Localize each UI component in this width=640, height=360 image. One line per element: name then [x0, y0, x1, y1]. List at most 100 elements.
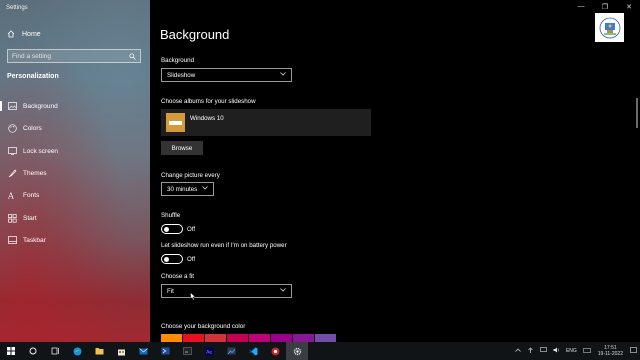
sidebar-item-label: Colors — [23, 124, 42, 132]
store-icon[interactable] — [110, 342, 132, 360]
taskbar: Ae ENG 17:51 19-11-2022 — [0, 342, 640, 360]
bg-color-label: Choose your background color — [161, 323, 246, 330]
window-controls: — ❐ ✕ — [576, 3, 634, 11]
color-swatch[interactable] — [271, 334, 292, 342]
edge-icon[interactable] — [66, 342, 88, 360]
home-nav[interactable]: Home — [7, 28, 41, 40]
brush-icon — [8, 168, 17, 178]
taskbar-icon — [8, 236, 17, 245]
image-icon — [8, 102, 17, 111]
svg-text:A: A — [8, 191, 14, 200]
section-heading: Personalization — [7, 73, 59, 80]
album-item[interactable]: Windows 10 — [161, 109, 371, 136]
fit-value: Fit — [167, 287, 174, 295]
maximize-button[interactable]: ❐ — [600, 3, 610, 11]
fit-dropdown[interactable]: Fit — [161, 284, 292, 298]
palette-icon — [8, 123, 17, 133]
lock-screen-icon — [8, 147, 17, 156]
sidebar-item-label: Start — [23, 214, 37, 222]
sidebar-item-label: Lock screen — [23, 147, 59, 155]
start-button[interactable] — [0, 342, 22, 360]
scrollbar[interactable] — [636, 98, 638, 128]
shuffle-state: Off — [187, 226, 196, 233]
album-name: Windows 10 — [190, 115, 224, 122]
network-icon[interactable] — [527, 347, 534, 356]
shuffle-toggle[interactable] — [161, 224, 183, 234]
color-swatch[interactable] — [315, 334, 336, 342]
language-indicator[interactable]: ENG — [566, 348, 577, 354]
color-swatch[interactable] — [161, 334, 182, 342]
shuffle-label: Shuffle — [161, 212, 181, 219]
change-picture-label: Change picture every — [161, 172, 220, 179]
clock-date: 19-11-2022 — [597, 351, 623, 357]
color-swatches — [161, 334, 337, 342]
sidebar-item-colors[interactable]: Colors — [0, 121, 150, 135]
color-swatch[interactable] — [249, 334, 270, 342]
main-panel: — ❐ ✕ Background Background Slideshow Ch… — [150, 0, 640, 342]
change-picture-value: 30 minutes — [167, 185, 198, 193]
search-placeholder: Find a setting — [12, 52, 52, 60]
fit-label: Choose a fit — [161, 273, 195, 280]
change-picture-dropdown[interactable]: 30 minutes — [161, 182, 214, 196]
system-tray: ENG 17:51 19-11-2022 — [512, 342, 640, 360]
file-explorer-icon[interactable] — [88, 342, 110, 360]
volume-icon[interactable] — [553, 347, 560, 355]
folder-icon — [166, 113, 185, 132]
sidebar-item-label: Themes — [23, 169, 47, 177]
battery-state: Off — [187, 256, 196, 263]
desktop-icon[interactable] — [540, 347, 547, 355]
channel-logo — [595, 13, 624, 42]
start-icon — [8, 213, 17, 223]
page-title: Background — [160, 27, 230, 42]
chevron-down-icon — [280, 288, 286, 294]
search-taskbar-icon[interactable] — [22, 342, 44, 360]
background-label: Background — [161, 57, 195, 64]
after-effects-icon[interactable]: Ae — [198, 342, 220, 360]
search-icon[interactable] — [129, 47, 136, 65]
vscode-icon[interactable] — [242, 342, 264, 360]
chevron-up-icon[interactable] — [515, 348, 521, 354]
albums-label: Choose albums for your slideshow — [161, 98, 256, 105]
powershell-icon[interactable] — [154, 342, 176, 360]
task-view-icon[interactable] — [44, 342, 66, 360]
notification-icon[interactable] — [630, 346, 637, 356]
color-swatch[interactable] — [183, 334, 204, 342]
background-type-dropdown[interactable]: Slideshow — [161, 68, 292, 82]
photo-app-icon[interactable] — [220, 342, 242, 360]
sidebar-item-themes[interactable]: Themes — [0, 166, 150, 180]
sidebar: Settings Home Find a setting Personaliza… — [0, 0, 150, 342]
battery-toggle[interactable] — [161, 254, 183, 264]
mouse-cursor-icon — [190, 288, 196, 301]
sidebar-item-label: Fonts — [23, 191, 40, 199]
battery-label: Let slideshow run even if I'm on battery… — [161, 242, 287, 249]
clock[interactable]: 17:51 19-11-2022 — [598, 345, 623, 357]
toggle-knob — [164, 256, 169, 262]
app-title: Settings — [6, 5, 28, 11]
font-icon: A — [8, 191, 17, 200]
color-swatch[interactable] — [293, 334, 314, 342]
color-swatch[interactable] — [227, 334, 248, 342]
sidebar-item-start[interactable]: Start — [0, 211, 150, 225]
sidebar-item-background[interactable]: Background — [0, 99, 150, 113]
sidebar-item-lock-screen[interactable]: Lock screen — [0, 144, 150, 158]
browse-button[interactable]: Browse — [161, 141, 203, 155]
settings-gear-icon[interactable] — [286, 342, 308, 360]
close-button[interactable]: ✕ — [624, 3, 634, 11]
search-input[interactable]: Find a setting — [7, 49, 141, 63]
color-swatch[interactable] — [205, 334, 226, 342]
minimize-button[interactable]: — — [576, 3, 586, 11]
svg-text:Ae: Ae — [206, 349, 212, 355]
sidebar-item-label: Background — [23, 102, 58, 110]
sidebar-item-fonts[interactable]: A Fonts — [0, 188, 150, 202]
recorder-icon[interactable] — [264, 342, 286, 360]
toggle-knob — [164, 226, 169, 232]
mail-icon[interactable] — [132, 342, 154, 360]
home-icon — [7, 30, 15, 38]
sidebar-item-label: Taskbar — [23, 236, 46, 244]
keyboard-icon[interactable] — [583, 347, 591, 355]
background-type-value: Slideshow — [167, 71, 196, 79]
sidebar-item-taskbar[interactable]: Taskbar — [0, 233, 150, 247]
chevron-down-icon — [280, 72, 286, 78]
chevron-down-icon — [202, 186, 208, 192]
terminal-icon[interactable] — [176, 342, 198, 360]
